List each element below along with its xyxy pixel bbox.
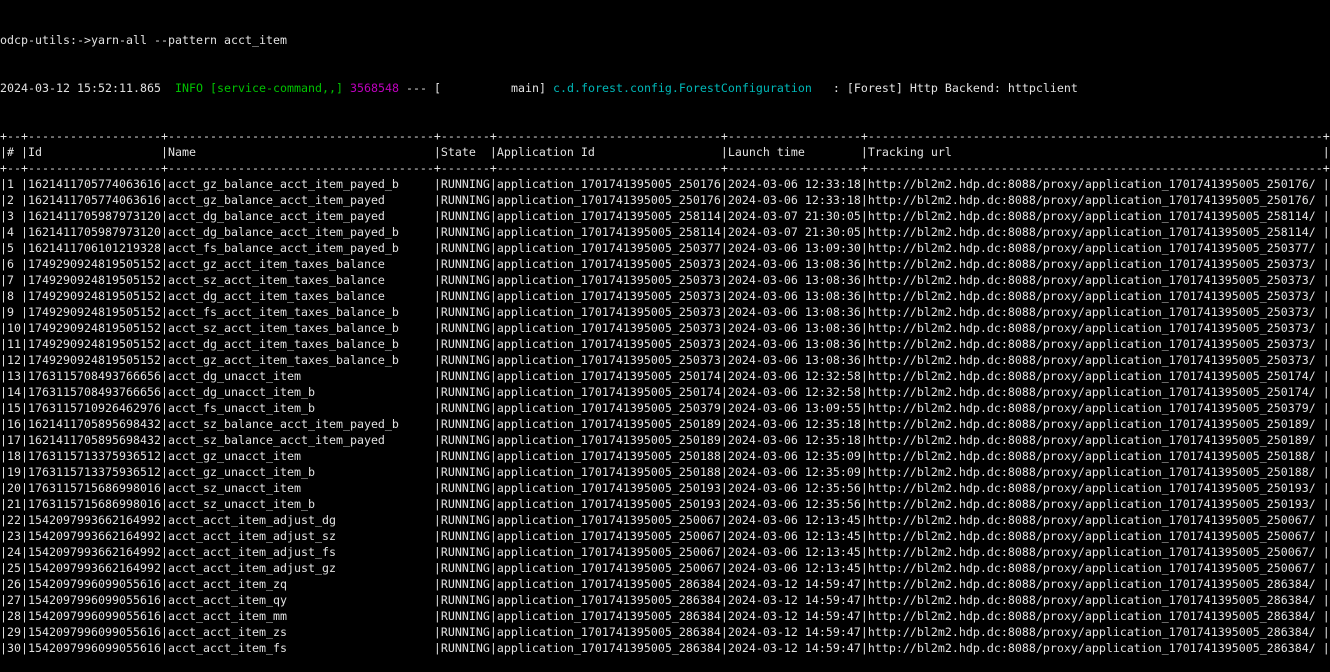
table-row: |9 |1749290924819505152|acct_fs_acct_ite… <box>0 304 1330 320</box>
table-row: |8 |1749290924819505152|acct_dg_acct_ite… <box>0 288 1330 304</box>
log-logger: c.d.forest.config.ForestConfiguration <box>553 81 812 95</box>
table-row: |26|1542097996099055616|acct_acct_item_z… <box>0 576 1330 592</box>
table-row: |3 |1621411705987973120|acct_dg_balance_… <box>0 208 1330 224</box>
log-level-context: INFO [service-command,,] <box>175 81 343 95</box>
table-row: |1 |1621411705774063616|acct_gz_balance_… <box>0 176 1330 192</box>
log-separator-thread: --- [ main] <box>399 81 553 95</box>
table-row: |12|1749290924819505152|acct_gz_acct_ite… <box>0 352 1330 368</box>
table-row: |7 |1749290924819505152|acct_sz_acct_ite… <box>0 272 1330 288</box>
table-row: |15|1763115710926462976|acct_fs_unacct_i… <box>0 400 1330 416</box>
table-row: |20|1763115715686998016|acct_sz_unacct_i… <box>0 480 1330 496</box>
shell-prompt: odcp-utils:-> <box>0 33 91 47</box>
log-timestamp: 2024-03-12 15:52:11.865 <box>0 81 175 95</box>
table-border-top: +--+-------------------+----------------… <box>0 128 1330 144</box>
table-row: |30|1542097996099055616|acct_acct_item_f… <box>0 640 1330 656</box>
table-row: |21|1763115715686998016|acct_sz_unacct_i… <box>0 496 1330 512</box>
table-row: |16|1621411705895698432|acct_sz_balance_… <box>0 416 1330 432</box>
table-row: |17|1621411705895698432|acct_sz_balance_… <box>0 432 1330 448</box>
table-row: |13|1763115708493766656|acct_dg_unacct_i… <box>0 368 1330 384</box>
table-row: |29|1542097996099055616|acct_acct_item_z… <box>0 624 1330 640</box>
log-message: : [Forest] Http Backend: httpclient <box>812 81 1078 95</box>
table-row: |23|1542097993662164992|acct_acct_item_a… <box>0 528 1330 544</box>
table-row: |4 |1621411705987973120|acct_dg_balance_… <box>0 224 1330 240</box>
table-row: |6 |1749290924819505152|acct_gz_acct_ite… <box>0 256 1330 272</box>
table-header-row: |# |Id |Name |State |Application Id |Lau… <box>0 144 1330 160</box>
log-line: 2024-03-12 15:52:11.865 INFO [service-co… <box>0 80 1330 96</box>
table-row: |10|1749290924819505152|acct_sz_acct_ite… <box>0 320 1330 336</box>
table-row: |11|1749290924819505152|acct_dg_acct_ite… <box>0 336 1330 352</box>
table-row: |19|1763115713375936512|acct_gz_unacct_i… <box>0 464 1330 480</box>
table-row: |18|1763115713375936512|acct_gz_unacct_i… <box>0 448 1330 464</box>
terminal: odcp-utils:->yarn-all --pattern acct_ite… <box>0 0 1330 672</box>
table-row: |14|1763115708493766656|acct_dg_unacct_i… <box>0 384 1330 400</box>
table-row: |27|1542097996099055616|acct_acct_item_q… <box>0 592 1330 608</box>
table-row: |22|1542097993662164992|acct_acct_item_a… <box>0 512 1330 528</box>
table-row: |25|1542097993662164992|acct_acct_item_a… <box>0 560 1330 576</box>
table-row: |24|1542097993662164992|acct_acct_item_a… <box>0 544 1330 560</box>
table-row: |2 |1621411705774063616|acct_gz_balance_… <box>0 192 1330 208</box>
yarn-applications-table: +--+-------------------+----------------… <box>0 128 1330 656</box>
table-border-header: +--+-------------------+----------------… <box>0 160 1330 176</box>
command-text: yarn-all --pattern acct_item <box>91 33 287 47</box>
command-line[interactable]: odcp-utils:->yarn-all --pattern acct_ite… <box>0 32 1330 48</box>
log-gap <box>343 81 350 95</box>
table-row: |5 |1621411706101219328|acct_fs_balance_… <box>0 240 1330 256</box>
table-row: |28|1542097996099055616|acct_acct_item_m… <box>0 608 1330 624</box>
log-pid: 3568548 <box>350 81 399 95</box>
